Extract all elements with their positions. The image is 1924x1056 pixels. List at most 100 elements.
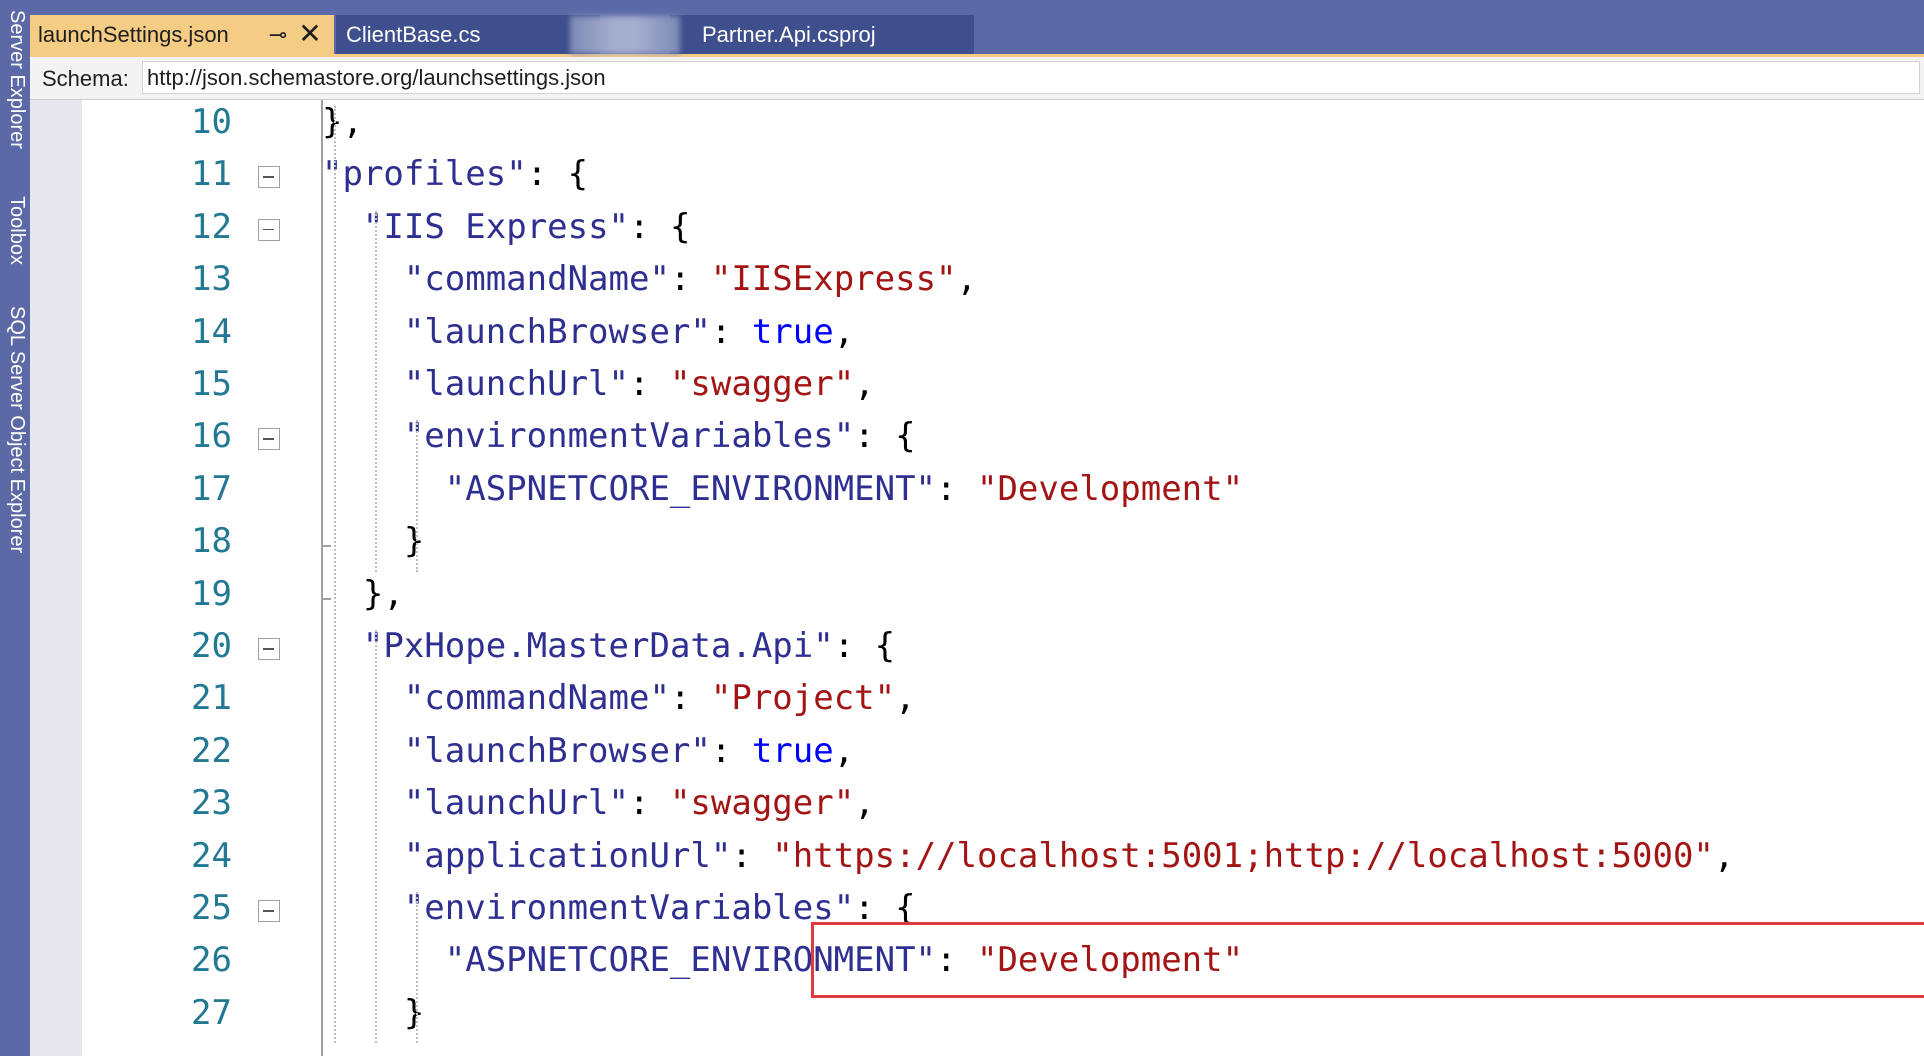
close-icon[interactable]: ✕ [296,15,324,54]
json-punctuation: : [629,364,670,404]
line-number: 19 [191,573,232,614]
json-string: "Development" [976,468,1244,509]
json-punctuation: } [403,992,425,1033]
json-punctuation: , [1713,835,1735,876]
json-key: "applicationUrl" [403,835,732,876]
code-line[interactable]: 13 "commandName": "IISExpress", [82,257,1924,309]
tab-label: launchSettings.json [38,22,229,47]
json-string: "Project" [710,678,896,719]
code-text: }, [322,102,363,142]
code-text: } [404,521,424,561]
indent-guide [415,892,418,1044]
json-key: "PxHope.MasterData.Api" [362,626,834,666]
json-punctuation: , [833,311,855,352]
code-line[interactable]: 18} [82,519,1924,571]
code-line[interactable]: 11 "profiles": { [82,152,1924,204]
code-line[interactable]: 27} [82,991,1924,1043]
code-line[interactable]: 24 "applicationUrl": "https://localhost:5… [82,834,1924,886]
toolbox-tab[interactable]: Toolbox [5,196,28,265]
line-number: 14 [191,311,232,352]
json-punctuation: : [710,311,752,352]
json-key: "commandName" [403,259,670,300]
side-tool-rail: Server Explorer Toolbox SQL Server Objec… [0,0,30,1056]
indicator-margin [30,100,82,1056]
code-line[interactable]: 23 "launchUrl": "swagger", [82,781,1924,833]
indent-guide [334,106,336,1044]
line-number: 20 [191,626,232,666]
json-punctuation: , [854,783,875,824]
code-text: } [404,993,424,1033]
collapse-icon[interactable] [258,428,280,451]
json-key: "environmentVariables" [403,416,855,457]
line-number: 13 [191,259,232,300]
line-number: 26 [191,940,232,981]
code-text: "commandName": "IISExpress", [404,259,977,299]
tab-label: ClientBase.cs [346,22,481,47]
indent-guide [415,420,418,572]
json-punctuation: : [629,783,670,824]
tab-launchsettings-json[interactable]: launchSettings.json ⊸ ✕ [30,15,334,54]
server-explorer-tab[interactable]: Server Explorer [5,10,28,149]
json-punctuation: : { [629,206,691,247]
json-key: "ASPNETCORE_ENVIRONMENT" [444,468,937,509]
code-editor[interactable]: 10}, 11 "profiles": {12 "IIS Express": {13 "… [30,100,1924,1056]
schema-input[interactable] [142,61,1920,94]
code-line[interactable]: 12 "IIS Express": { [82,205,1924,257]
json-punctuation: : [710,730,752,771]
code-line[interactable]: 20 "PxHope.MasterData.Api": { [82,624,1924,676]
tab-clientbase-cs[interactable]: ClientBase.cs [336,15,600,54]
code-line[interactable]: 16 "environmentVariables": { [82,414,1924,466]
code-text: "ASPNETCORE_ENVIRONMENT": "Development" [445,469,1243,509]
indent-guide [374,210,377,572]
annotation-highlight-box [811,922,1924,998]
json-key: "commandName" [403,678,670,719]
line-number: 18 [191,521,232,562]
fold-end-tick [321,597,331,600]
code-line[interactable]: 17 "ASPNETCORE_ENVIRONMENT": "Development… [82,467,1924,519]
line-number: 24 [191,835,232,876]
code-line[interactable]: 15 "launchUrl": "swagger", [82,362,1924,414]
json-string: "swagger" [669,364,855,404]
json-punctuation: : { [854,416,916,457]
code-line[interactable]: 14 "launchBrowser": true, [82,310,1924,362]
json-punctuation: : [731,835,773,876]
json-key: "launchUrl" [403,783,629,824]
collapse-icon[interactable] [258,166,280,189]
editor-window: launchSettings.json ⊸ ✕ ClientBase.cs Pa… [30,4,1924,1056]
fold-end-tick [321,545,331,548]
line-number: 22 [191,730,232,771]
collapse-icon[interactable] [258,638,280,660]
line-number: 15 [191,364,232,404]
json-string: "IISExpress" [710,259,957,300]
collapse-icon[interactable] [258,218,280,241]
json-punctuation: }, [322,102,363,142]
schema-label: Schema: [42,66,129,91]
schema-bar: Schema: [30,57,1924,100]
pin-icon[interactable]: ⊸ [266,15,290,54]
code-line[interactable]: 10}, [82,100,1924,152]
code-text: "profiles": { [322,154,588,194]
code-line[interactable]: 21 "commandName": "Project", [82,676,1924,728]
code-text: "launchUrl": "swagger", [404,364,875,404]
line-number: 10 [191,102,232,142]
code-line[interactable]: 22 "launchBrowser": true, [82,729,1924,781]
tab-partner-api-csproj[interactable]: Partner.Api.csproj [670,15,974,54]
code-text: "commandName": "Project", [404,678,916,718]
code-text: "launchUrl": "swagger", [404,783,875,823]
json-key: "IIS Express" [362,206,630,247]
json-key: "launchBrowser" [403,311,711,352]
sql-server-object-explorer-tab[interactable]: SQL Server Object Explorer [5,306,28,553]
line-number: 11 [191,154,232,195]
collapse-icon[interactable] [258,900,280,922]
document-tab-strip: launchSettings.json ⊸ ✕ ClientBase.cs Pa… [30,4,1924,57]
line-number: 12 [191,206,232,247]
json-punctuation: , [833,730,855,771]
json-key: "launchUrl" [403,364,629,404]
line-number: 25 [191,888,232,928]
json-key: "profiles" [322,154,527,195]
tab-label: Partner.Api.csproj [702,22,876,47]
code-line[interactable]: 19}, [82,572,1924,624]
json-punctuation: : [669,678,711,719]
line-number: 17 [191,468,232,509]
code-text: "IIS Express": { [363,207,691,247]
